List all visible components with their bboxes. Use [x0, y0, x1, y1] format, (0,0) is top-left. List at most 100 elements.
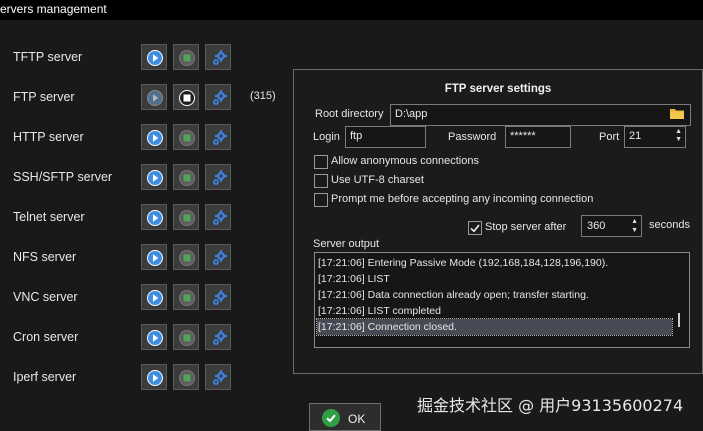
server-name: Iperf server	[13, 370, 77, 384]
ftp-settings-panel: FTP server settings Root directory D:\ap…	[293, 69, 703, 374]
window-title: ervers management	[0, 2, 107, 16]
server-row: Telnet server	[0, 204, 290, 230]
play-icon	[147, 250, 163, 266]
panel-title: FTP server settings	[444, 83, 552, 95]
gear-icon	[213, 250, 227, 265]
ok-check-icon	[322, 409, 340, 427]
start-server-button[interactable]	[141, 164, 167, 190]
server-row: NFS server	[0, 244, 290, 270]
server-name: NFS server	[13, 250, 77, 264]
server-row: Cron server	[0, 324, 290, 350]
stop-icon	[179, 50, 195, 66]
watermark-text: 掘金技术社区 @ 用户93135600274	[417, 396, 684, 415]
stop-server-button[interactable]	[173, 364, 199, 390]
stop-server-checkbox-box[interactable]	[468, 221, 482, 235]
stop-server-button[interactable]	[173, 84, 199, 110]
login-field[interactable]: ftp	[345, 126, 426, 148]
start-server-button[interactable]	[141, 324, 167, 350]
password-field[interactable]: ******	[505, 126, 571, 148]
root-directory-label: Root directory	[315, 108, 384, 120]
server-settings-button[interactable]	[205, 204, 231, 230]
play-icon	[147, 130, 163, 146]
folder-icon[interactable]	[670, 107, 684, 119]
stop-server-button[interactable]	[173, 244, 199, 270]
log-line[interactable]: [17:21:06] Data connection already open;…	[317, 287, 672, 303]
root-directory-field[interactable]: D:\app	[390, 104, 691, 126]
gear-icon	[213, 170, 227, 185]
server-name: VNC server	[13, 290, 78, 304]
stop-icon	[179, 90, 195, 106]
start-server-button[interactable]	[141, 84, 167, 110]
start-server-button[interactable]	[141, 244, 167, 270]
utf8-checkbox-box[interactable]	[314, 174, 328, 188]
stop-icon	[179, 250, 195, 266]
spin-down-icon[interactable]: ▼	[631, 227, 638, 235]
stop-icon	[179, 290, 195, 306]
stop-server-button[interactable]	[173, 164, 199, 190]
stop-server-button[interactable]	[173, 284, 199, 310]
gear-icon	[213, 90, 227, 105]
server-name: HTTP server	[13, 130, 84, 144]
port-spinner-arrows[interactable]: ▲ ▼	[675, 128, 682, 144]
utf8-checkbox-label: Use UTF-8 charset	[331, 174, 424, 186]
play-icon	[147, 330, 163, 346]
stop-server-button[interactable]	[173, 124, 199, 150]
play-icon	[147, 290, 163, 306]
log-line[interactable]: [17:21:06] Entering Passive Mode (192,16…	[317, 255, 672, 271]
port-value: 21	[629, 130, 642, 142]
stop-seconds-value: 360	[587, 220, 606, 232]
server-settings-button[interactable]	[205, 364, 231, 390]
server-settings-button[interactable]	[205, 84, 231, 110]
stop-server-button[interactable]	[173, 44, 199, 70]
server-settings-button[interactable]	[205, 284, 231, 310]
login-label: Login	[313, 131, 340, 143]
stop-icon	[179, 170, 195, 186]
server-settings-button[interactable]	[205, 164, 231, 190]
server-settings-button[interactable]	[205, 44, 231, 70]
stop-icon	[179, 210, 195, 226]
gear-icon	[213, 330, 227, 345]
server-row: VNC server	[0, 284, 290, 310]
server-name: SSH/SFTP server	[13, 170, 113, 184]
server-name: TFTP server	[13, 50, 83, 64]
port-label: Port	[599, 131, 620, 143]
server-settings-button[interactable]	[205, 244, 231, 270]
stop-icon	[179, 330, 195, 346]
port-field[interactable]: 21 ▲ ▼	[624, 126, 686, 148]
log-line[interactable]: [17:21:06] Connection closed.	[316, 318, 673, 336]
server-row: SSH/SFTP server	[0, 164, 290, 190]
ok-button[interactable]: OK	[309, 403, 381, 431]
server-row: Iperf server	[0, 364, 290, 390]
anonymous-checkbox-box[interactable]	[314, 155, 328, 169]
server-output-log[interactable]: [17:21:06] Entering Passive Mode (192,16…	[314, 252, 690, 348]
stop-icon	[179, 370, 195, 386]
stop-server-button[interactable]	[173, 204, 199, 230]
play-icon	[147, 170, 163, 186]
anonymous-checkbox-label: Allow anonymous connections	[331, 155, 479, 167]
title-bar: ervers management	[0, 0, 703, 20]
play-icon	[147, 90, 163, 106]
spin-up-icon[interactable]: ▲	[631, 218, 638, 226]
log-line[interactable]: [17:21:06] LIST	[317, 271, 672, 287]
prompt-checkbox-box[interactable]	[314, 193, 328, 207]
play-icon	[147, 370, 163, 386]
stop-seconds-spinner[interactable]: 360 ▲ ▼	[581, 215, 642, 237]
gear-icon	[213, 130, 227, 145]
start-server-button[interactable]	[141, 284, 167, 310]
start-server-button[interactable]	[141, 204, 167, 230]
gear-icon	[213, 210, 227, 225]
start-server-button[interactable]	[141, 124, 167, 150]
server-settings-button[interactable]	[205, 124, 231, 150]
gear-icon	[213, 50, 227, 65]
start-server-button[interactable]	[141, 364, 167, 390]
stop-server-label: Stop server after	[485, 221, 567, 233]
seconds-unit-label: seconds	[649, 219, 690, 231]
server-name: Telnet server	[13, 210, 85, 224]
stop-server-button[interactable]	[173, 324, 199, 350]
start-server-button[interactable]	[141, 44, 167, 70]
server-settings-button[interactable]	[205, 324, 231, 350]
log-line[interactable]: [17:21:06] LIST completed	[317, 303, 672, 319]
stop-icon	[179, 130, 195, 146]
log-scrollbar-thumb[interactable]	[678, 313, 680, 327]
server-name: Cron server	[13, 330, 79, 344]
